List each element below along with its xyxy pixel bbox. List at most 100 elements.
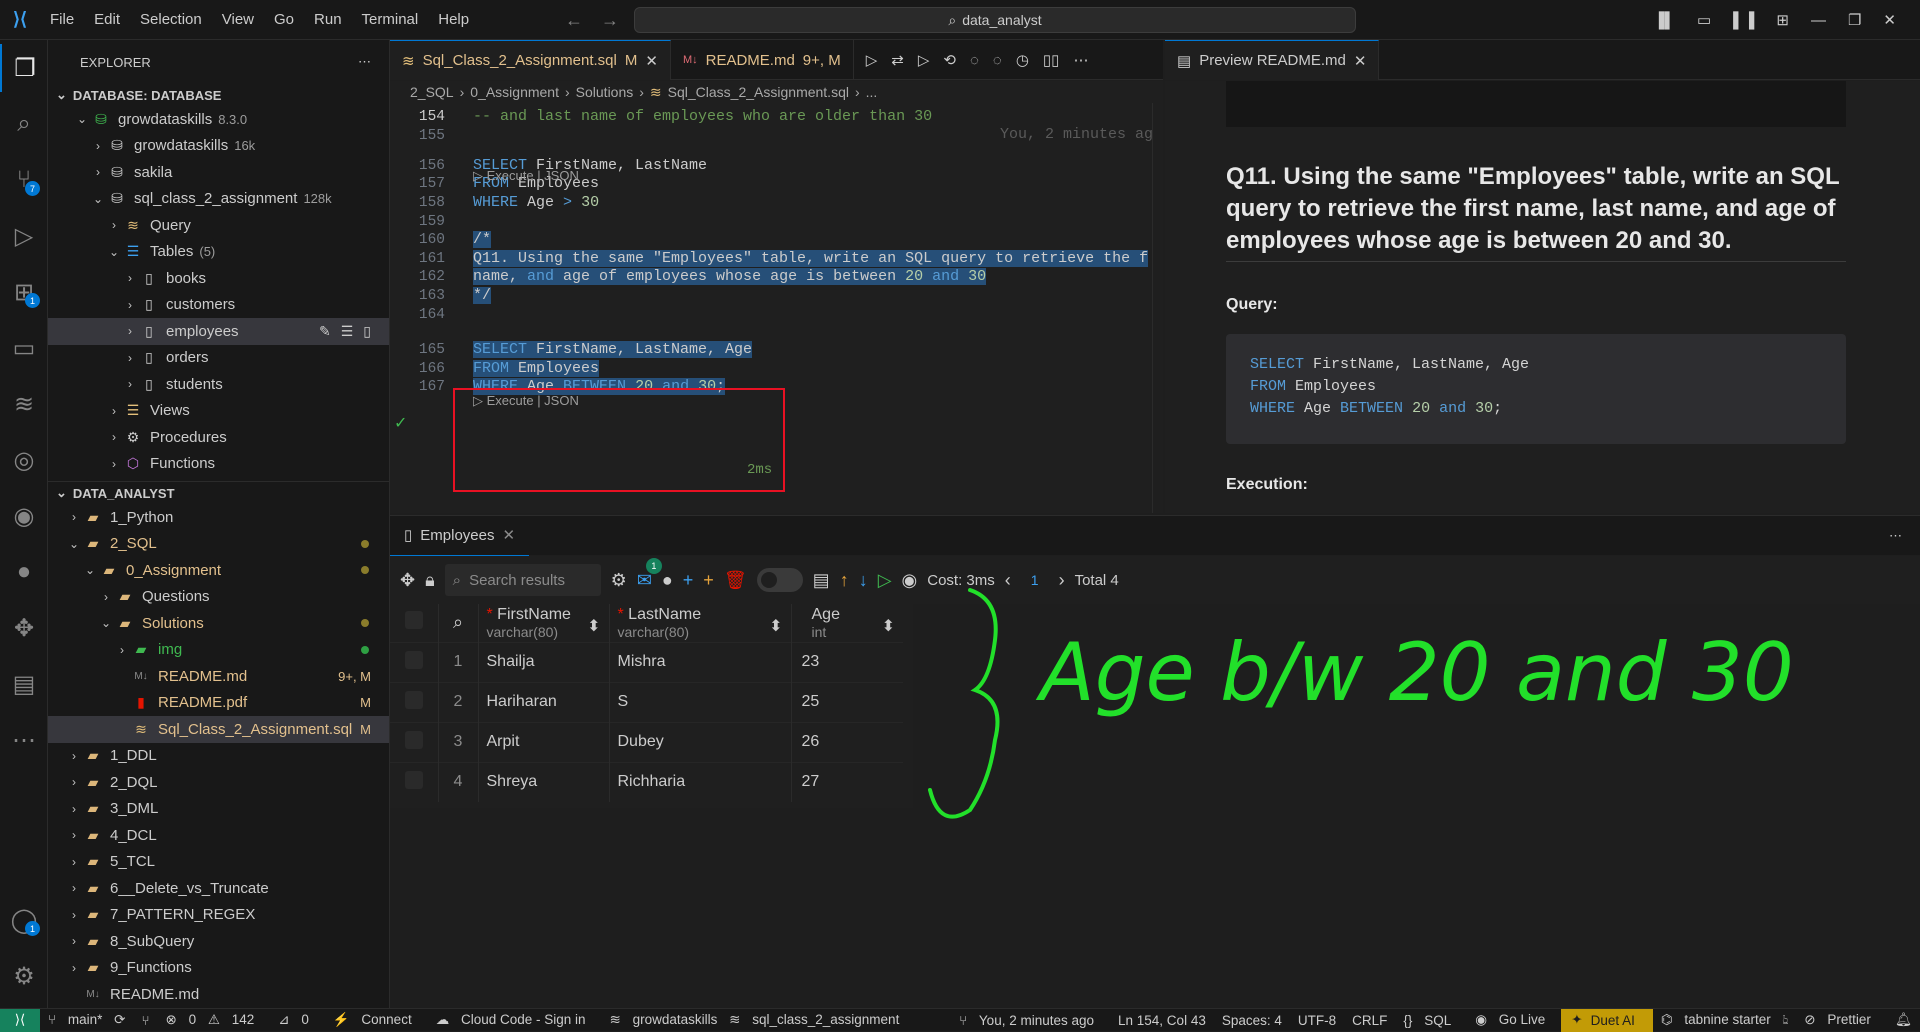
file-tree-item[interactable]: › ▰ 4_DCL <box>48 822 389 849</box>
git-compare-icon[interactable]: ⑂ <box>133 1013 157 1028</box>
tab-preview[interactable]: ▤ Preview README.md ✕ <box>1165 40 1380 80</box>
chevron-right-icon[interactable]: › <box>66 828 82 842</box>
chevron-right-icon[interactable]: › <box>66 749 82 763</box>
toggle-sidebar-icon[interactable]: ▐▌ <box>1654 12 1675 29</box>
file-tree-item[interactable]: › ▰ 8_SubQuery <box>48 928 389 955</box>
database-view-icon[interactable]: ≋ <box>0 380 48 428</box>
file-tree-item[interactable]: › ▰ 1_Python <box>48 504 389 531</box>
cell-firstname[interactable]: Hariharan <box>478 681 610 722</box>
edit-icon[interactable]: ✎ <box>319 323 331 340</box>
arrow-down-icon[interactable]: ↓ <box>859 570 868 591</box>
db-tree-item[interactable]: › ☰ Views <box>48 398 389 425</box>
settings-gear-icon[interactable]: ⚙ <box>0 952 48 1000</box>
close-tab-icon[interactable]: ✕ <box>1354 52 1367 70</box>
cloud-code-button[interactable]: ☁ Cloud Code - Sign in <box>428 1012 602 1028</box>
chevron-right-icon[interactable]: › <box>98 590 114 604</box>
encoding[interactable]: UTF-8 <box>1290 1013 1344 1028</box>
restore-icon[interactable]: ❐ <box>1848 11 1861 29</box>
next-change-icon[interactable]: ◌ <box>993 52 1002 69</box>
file-tree-item[interactable]: › ▰ 7_PATTERN_REGEX <box>48 902 389 929</box>
remote-indicator-icon[interactable]: ⟩⟨ <box>0 1008 40 1032</box>
file-tree-item[interactable]: ⌄ ▰ Solutions <box>48 610 389 637</box>
chevron-right-icon[interactable]: › <box>90 165 106 179</box>
file-tree-item[interactable]: › ▰ 3_DML <box>48 796 389 823</box>
db-connection[interactable]: ≋ growdataskills ≋ sql_class_2_assignmen… <box>602 1012 916 1028</box>
breadcrumb-item[interactable]: ... <box>866 84 878 100</box>
blame-status[interactable]: ⑂ You, 2 minutes ago <box>951 1013 1110 1028</box>
close-tab-icon[interactable]: ✕ <box>502 526 515 544</box>
cell-age[interactable]: 27 <box>791 761 903 802</box>
column-header-lastname[interactable]: * LastName varchar(80) ⬍ <box>609 604 792 642</box>
forward-arrow-icon[interactable]: → <box>601 10 619 31</box>
chevron-down-icon[interactable]: ⌄ <box>90 192 106 206</box>
lock-icon[interactable]: 🔒︎ <box>425 570 435 591</box>
chevron-right-icon[interactable]: › <box>122 324 138 338</box>
file-tree-item[interactable]: › ▰ img <box>48 637 389 664</box>
list-icon[interactable]: ☰ <box>341 323 354 340</box>
select-all-checkbox[interactable] <box>404 611 423 630</box>
db-tree-item[interactable]: › ⛁ sakila <box>48 159 389 186</box>
file-tree-item[interactable]: ≋ Sql_Class_2_Assignment.sql M <box>48 716 389 743</box>
connect-button[interactable]: ⚡ Connect <box>325 1012 428 1028</box>
chevron-right-icon[interactable]: › <box>66 881 82 895</box>
remote-explorer-icon[interactable]: ▭ <box>0 324 48 372</box>
table-row[interactable]: 3 Arpit Dubey 26 <box>390 721 903 762</box>
run-icon[interactable]: ▷ <box>866 51 878 69</box>
chevron-right-icon[interactable]: › <box>90 139 106 153</box>
branch-indicator[interactable]: ⑂ main* ⟳ <box>40 1012 133 1028</box>
editor-more-icon[interactable]: ⋯ <box>1073 51 1088 69</box>
file-tree-item[interactable]: M↓ README.md <box>48 981 389 1008</box>
cell-lastname[interactable]: S <box>609 681 792 722</box>
row-checkbox[interactable] <box>404 650 423 669</box>
ports-indicator[interactable]: ⊿ 0 <box>270 1012 325 1028</box>
notifications-bell-icon[interactable]: 🔔︎ <box>1887 1012 1920 1028</box>
panel-more-icon[interactable]: ⋯ <box>1889 528 1920 544</box>
column-header-firstname[interactable]: * FirstName varchar(80) ⬍ <box>478 604 610 642</box>
language-mode[interactable]: {} SQL <box>1395 1013 1467 1028</box>
menu-go[interactable]: Go <box>264 0 304 40</box>
previous-change-icon[interactable]: ◌ <box>970 52 979 69</box>
row-select-cell[interactable] <box>390 681 439 722</box>
timeline-icon[interactable]: ◷ <box>1016 51 1029 69</box>
duet-ai-button[interactable]: ✦ Duet AI <box>1561 1008 1653 1032</box>
table-row[interactable]: 1 Shailja Mishra 23 <box>390 641 903 682</box>
cell-age[interactable]: 26 <box>791 721 903 762</box>
breadcrumb-item[interactable]: 0_Assignment <box>470 84 559 100</box>
toggle-panel-icon[interactable]: ▭ <box>1697 11 1711 29</box>
customize-layout-icon[interactable]: ⊞ <box>1776 11 1789 29</box>
cell-lastname[interactable]: Richharia <box>609 761 792 802</box>
db-tree-item[interactable]: › ▯ books <box>48 265 389 292</box>
file-tree-item[interactable]: M↓ README.md 9+, M <box>48 663 389 690</box>
move-icon[interactable]: ✥ <box>400 570 415 591</box>
settings-gear-icon[interactable]: ⚙ <box>611 570 627 591</box>
back-arrow-icon[interactable]: ← <box>565 10 583 31</box>
file-tree-item[interactable]: ▮ README.pdf M <box>48 690 389 717</box>
run-debug-icon[interactable]: ▷ <box>0 212 48 260</box>
arrow-up-icon[interactable]: ↑ <box>840 570 849 591</box>
row-select-cell[interactable] <box>390 641 439 682</box>
run-icon[interactable]: ▷ <box>878 570 892 591</box>
cloud-code-icon[interactable]: ✥ <box>0 604 48 652</box>
chevron-right-icon[interactable]: › <box>122 351 138 365</box>
chevron-right-icon[interactable]: › <box>66 908 82 922</box>
editor-scrollbar[interactable] <box>1152 103 1163 513</box>
chevron-right-icon[interactable]: › <box>106 404 122 418</box>
chevron-down-icon[interactable]: ⌄ <box>98 616 114 630</box>
db-tree-item[interactable]: › ⬡ Functions <box>48 451 389 478</box>
git-graph-icon[interactable]: ◎ <box>0 436 48 484</box>
github-icon[interactable]: ● <box>0 548 48 596</box>
row-select-cell[interactable] <box>390 761 439 802</box>
chevron-right-icon[interactable]: › <box>114 643 130 657</box>
split-editor-icon[interactable]: ▯▯ <box>1043 51 1060 69</box>
tabnine-button[interactable]: ⌬ tabnine starter 👆︎ <box>1653 1012 1796 1028</box>
file-tree-item[interactable]: › ▰ 6__Delete_vs_Truncate <box>48 875 389 902</box>
cell-age[interactable]: 23 <box>791 641 903 682</box>
cell-firstname[interactable]: Arpit <box>478 721 610 762</box>
menu-edit[interactable]: Edit <box>84 0 130 40</box>
go-live-button[interactable]: ◉ Go Live <box>1467 1012 1561 1028</box>
cell-lastname[interactable]: Mishra <box>609 641 792 682</box>
row-checkbox[interactable] <box>404 690 423 709</box>
source-control-icon[interactable]: ⑂ 7 <box>0 156 48 204</box>
cell-lastname[interactable]: Dubey <box>609 721 792 762</box>
breadcrumb-item[interactable]: Solutions <box>576 84 634 100</box>
